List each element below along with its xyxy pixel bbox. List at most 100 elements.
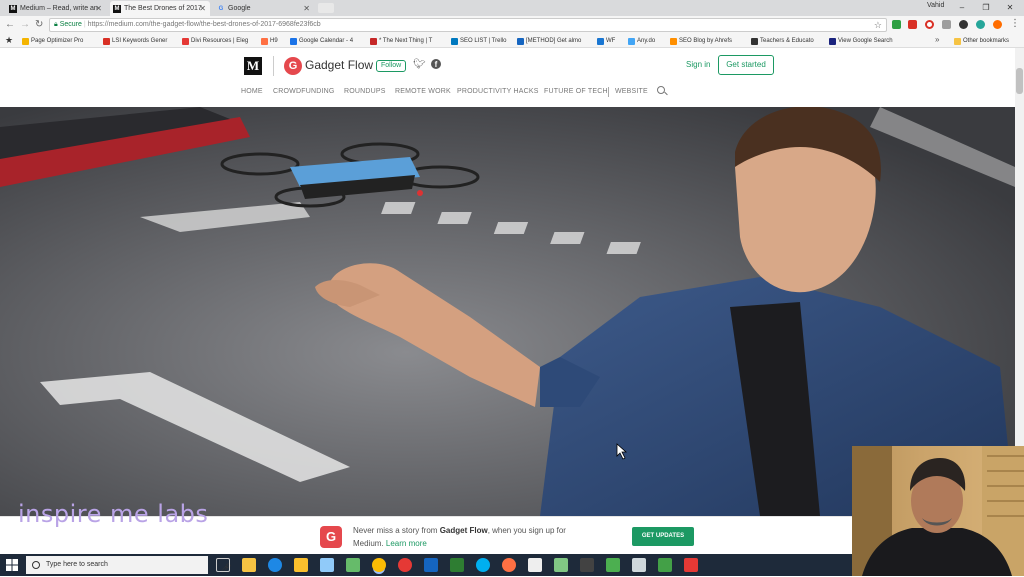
get-started-button[interactable]: Get started bbox=[718, 55, 774, 75]
reload-icon[interactable]: ↻ bbox=[35, 18, 43, 32]
bookmark-label: [METHOD] Get almo bbox=[526, 38, 582, 44]
banner-text-prefix: Never miss a story from bbox=[353, 526, 440, 535]
facebook-icon[interactable]: f bbox=[431, 59, 441, 69]
gadget-flow-logo-icon: G bbox=[320, 526, 342, 548]
address-bar[interactable]: 🔒︎ Secure | https://medium.com/the-gadge… bbox=[49, 18, 887, 32]
profile-name[interactable]: Vahid bbox=[927, 2, 944, 9]
close-tab-icon[interactable]: ✕ bbox=[95, 1, 102, 16]
nav-home[interactable]: HOME bbox=[241, 86, 263, 98]
bookmark-label: Any.do bbox=[637, 38, 656, 44]
app-icon[interactable] bbox=[606, 558, 620, 572]
bookmark-label: Teachers & Educato bbox=[760, 38, 814, 44]
menu-icon[interactable]: ⋮ bbox=[1010, 18, 1020, 29]
bookmark-item[interactable]: SEO LIST | Trello bbox=[451, 35, 506, 47]
extension-icon[interactable] bbox=[908, 20, 917, 29]
bookmark-star-icon[interactable]: ☆ bbox=[874, 19, 882, 31]
close-tab-icon[interactable]: ✕ bbox=[303, 1, 310, 16]
app-icon[interactable] bbox=[554, 558, 568, 572]
bookmark-label: SEO Blog by Ahrefs bbox=[679, 38, 733, 44]
tab-title: The Best Drones of 2017 bbox=[124, 5, 202, 12]
mail-icon[interactable] bbox=[632, 558, 646, 572]
bookmark-item[interactable]: Divi Resources | Eleg bbox=[182, 35, 248, 47]
app-icon[interactable] bbox=[398, 558, 412, 572]
forward-icon[interactable]: → bbox=[20, 18, 30, 32]
nav-roundups[interactable]: ROUNDUPS bbox=[344, 86, 386, 98]
app-icon[interactable] bbox=[580, 558, 594, 572]
bookmark-label: View Google Search bbox=[838, 38, 893, 44]
task-view-icon[interactable] bbox=[216, 558, 230, 572]
webcam-illustration bbox=[852, 446, 1024, 576]
twitter-icon[interactable]: 🐦︎ bbox=[413, 59, 426, 70]
bookmark-favicon-icon bbox=[829, 38, 836, 45]
url-path: /the-gadget-flow/the-best-drones-of-2017… bbox=[148, 21, 321, 28]
file-explorer-icon[interactable] bbox=[242, 558, 256, 572]
windows-start-icon[interactable] bbox=[6, 559, 18, 571]
nav-divider bbox=[608, 87, 609, 97]
bookmark-item[interactable]: Page Optimizer Pro bbox=[22, 35, 83, 47]
nav-productivity-hacks[interactable]: PRODUCTIVITY HACKS bbox=[457, 86, 539, 98]
medium-logo[interactable]: M bbox=[244, 57, 262, 75]
close-window-icon[interactable]: ✕ bbox=[1000, 0, 1020, 15]
bookmark-item[interactable]: Google Calendar - 4 bbox=[290, 35, 353, 47]
chrome-icon[interactable] bbox=[372, 558, 386, 572]
maximize-icon[interactable]: ❐ bbox=[976, 0, 996, 15]
nav-future-of-tech[interactable]: FUTURE OF TECH bbox=[544, 86, 608, 98]
get-updates-button[interactable]: GET UPDATES bbox=[632, 527, 694, 546]
store-icon[interactable] bbox=[294, 558, 308, 572]
tab-title: Google bbox=[228, 5, 251, 12]
extension-icon[interactable] bbox=[942, 20, 951, 29]
back-icon[interactable]: ← bbox=[5, 18, 15, 32]
gadget-flow-logo-icon[interactable]: G bbox=[284, 57, 302, 75]
nav-remote-work[interactable]: REMOTE WORK bbox=[395, 86, 451, 98]
publication-name[interactable]: Gadget Flow bbox=[305, 58, 373, 72]
extension-icon[interactable] bbox=[993, 20, 1002, 29]
nav-crowdfunding[interactable]: CROWDFUNDING bbox=[273, 86, 335, 98]
bookmark-star-icon[interactable]: ★ bbox=[5, 35, 13, 46]
watermark: inspire me labs bbox=[18, 500, 208, 528]
extension-icon[interactable] bbox=[976, 20, 985, 29]
lock-icon: 🔒︎ bbox=[54, 21, 58, 28]
bookmark-item[interactable]: WF bbox=[597, 35, 615, 47]
secure-label: Secure bbox=[59, 21, 82, 28]
skype-icon[interactable] bbox=[476, 558, 490, 572]
scrollbar-thumb[interactable] bbox=[1016, 68, 1023, 94]
app-icon[interactable] bbox=[658, 558, 672, 572]
bookmark-item[interactable]: SEO Blog by Ahrefs bbox=[670, 35, 732, 47]
search-icon[interactable] bbox=[657, 86, 665, 94]
app-icon[interactable] bbox=[346, 558, 360, 572]
close-tab-icon[interactable]: ✕ bbox=[199, 1, 206, 16]
new-tab-button[interactable] bbox=[318, 3, 334, 13]
word-icon[interactable] bbox=[424, 558, 438, 572]
google-favicon-icon: G bbox=[218, 6, 224, 12]
excel-icon[interactable] bbox=[450, 558, 464, 572]
bookmark-item[interactable]: [METHOD] Get almo bbox=[517, 35, 581, 47]
bookmark-item[interactable]: View Google Search bbox=[829, 35, 893, 47]
app-icon[interactable] bbox=[684, 558, 698, 572]
bookmark-item[interactable]: Teachers & Educato bbox=[751, 35, 814, 47]
extension-icon[interactable] bbox=[892, 20, 901, 29]
browser-tab-medium[interactable]: M Medium – Read, write an ✕ bbox=[6, 1, 106, 16]
app-icon[interactable] bbox=[528, 558, 542, 572]
taskbar-search-input[interactable]: Type here to search 🎤︎ bbox=[26, 556, 231, 574]
bookmark-label: * The Next Thing | T bbox=[379, 38, 433, 44]
bookmark-item[interactable]: * The Next Thing | T bbox=[370, 35, 432, 47]
edge-browser-icon[interactable] bbox=[268, 558, 282, 572]
extension-icon[interactable] bbox=[959, 20, 968, 29]
app-icon[interactable] bbox=[320, 558, 334, 572]
extension-icon[interactable] bbox=[925, 20, 934, 29]
nav-website[interactable]: WEBSITE bbox=[615, 86, 648, 98]
sign-in-link[interactable]: Sign in bbox=[686, 60, 710, 69]
medium-favicon-icon: M bbox=[9, 5, 17, 13]
bookmark-item[interactable]: Any.do bbox=[628, 35, 655, 47]
bookmarks-overflow-icon[interactable]: » bbox=[935, 35, 939, 44]
bookmark-item[interactable]: LSI Keywords Gener bbox=[103, 35, 167, 47]
firefox-icon[interactable] bbox=[502, 558, 516, 572]
other-bookmarks[interactable]: Other bookmarks bbox=[954, 35, 1009, 47]
minimize-icon[interactable]: – bbox=[952, 0, 972, 15]
banner-message: Never miss a story from Gadget Flow, whe… bbox=[353, 524, 613, 550]
browser-tab-drones[interactable]: M The Best Drones of 2017 ✕ bbox=[110, 1, 210, 16]
browser-tab-google[interactable]: G Google ✕ bbox=[214, 1, 314, 16]
learn-more-link[interactable]: Learn more bbox=[386, 539, 427, 548]
bookmark-item[interactable]: H9 bbox=[261, 35, 278, 47]
follow-button[interactable]: Follow bbox=[376, 60, 407, 72]
